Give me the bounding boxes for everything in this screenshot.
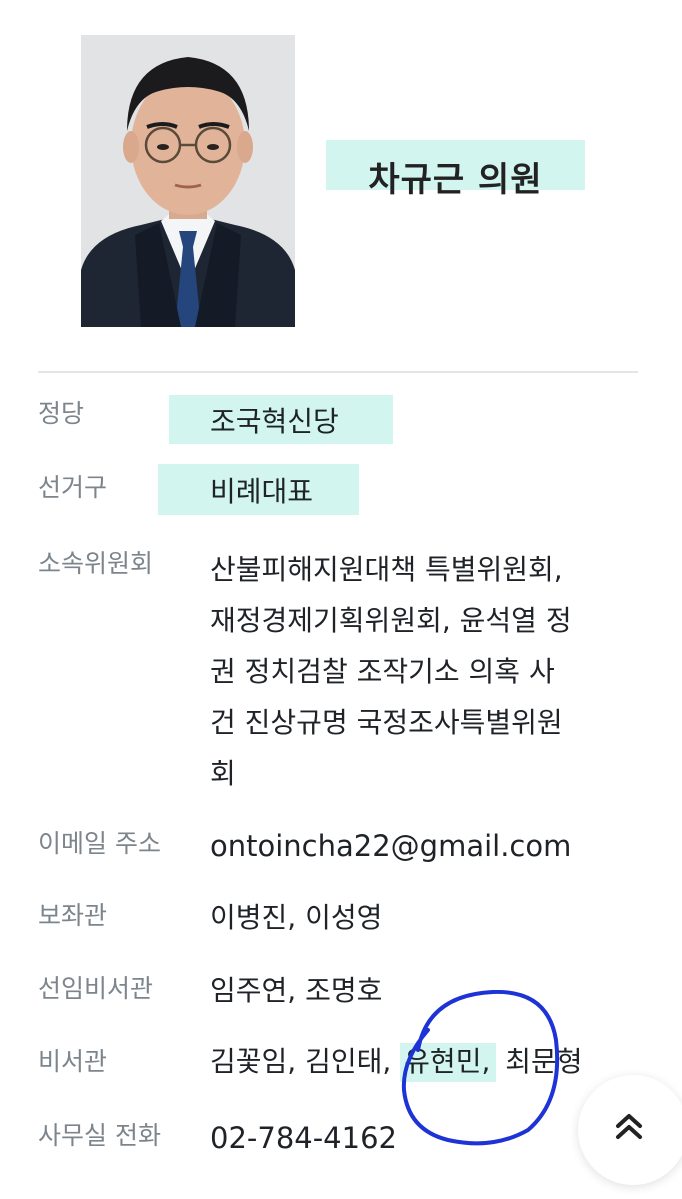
party-value: 조국혁신당 — [210, 405, 339, 438]
phone-value[interactable]: 02-784-4162 — [210, 1114, 640, 1162]
scroll-to-top-button[interactable] — [578, 1075, 682, 1185]
email-label: 이메일 주소 — [38, 829, 161, 858]
senior-secretaries-value: 임주연, 조명호 — [210, 974, 383, 1007]
committees-label: 소속위원회 — [38, 549, 154, 578]
committees-line: 회 — [210, 757, 236, 790]
profile-photo — [81, 35, 295, 327]
aides-value: 이병진, 이성영 — [210, 901, 383, 934]
committees-line: 산불피해지원대책 특별위원회, — [210, 553, 563, 586]
member-name: 차규근 의원 — [368, 160, 543, 200]
aides-label: 보좌관 — [38, 901, 108, 930]
name-heading-wrap: 차규근 의원 — [326, 140, 585, 200]
divider — [38, 371, 638, 373]
committees-line: 건 진상규명 국정조사특별위원 — [210, 706, 563, 739]
secretaries-text: 최문형 — [496, 1045, 583, 1078]
district-label: 선거구 — [38, 473, 108, 502]
senior-secretaries-label: 선임비서관 — [38, 974, 154, 1003]
committees-line: 권 정치검찰 조작기소 의혹 사 — [210, 655, 555, 688]
party-label: 정당 — [38, 399, 85, 428]
committees-line: 재정경제기획위원회, 윤석열 정 — [210, 604, 572, 637]
secretaries-value: 김꽃임, 김인태, 유현민, 최문형 — [210, 1038, 640, 1086]
committees-value: 산불피해지원대책 특별위원회, 재정경제기획위원회, 윤석열 정 권 정치검찰 … — [210, 544, 640, 799]
phone-label: 사무실 전화 — [38, 1121, 161, 1150]
district-value: 비례대표 — [210, 475, 314, 508]
double-chevron-up-icon — [616, 1114, 642, 1139]
secretary-highlighted: 유현민, — [400, 1043, 497, 1082]
secretaries-text: 김꽃임, 김인태, — [210, 1045, 401, 1078]
email-value[interactable]: ontoincha22@gmail.com — [210, 822, 640, 870]
secretaries-label: 비서관 — [38, 1047, 108, 1076]
